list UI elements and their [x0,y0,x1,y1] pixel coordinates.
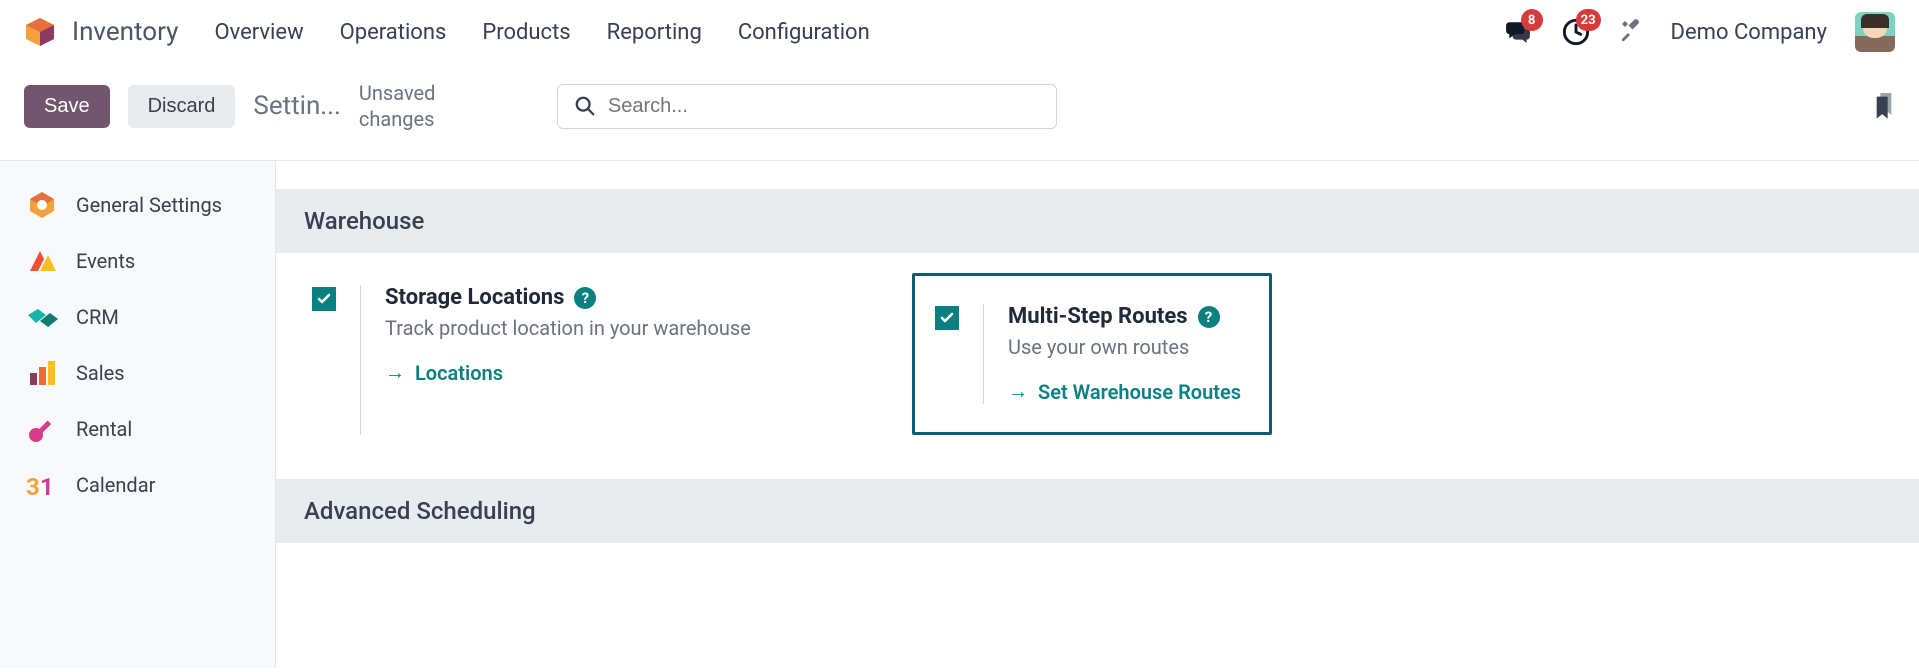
help-icon[interactable]: ? [1198,306,1220,328]
section-header-warehouse: Warehouse [276,189,1919,253]
messages-badge: 8 [1521,9,1543,31]
setting-storage-locations: Storage Locations ? Track product locati… [312,285,872,435]
app-name[interactable]: Inventory [72,17,178,47]
bar-chart-icon [26,357,58,389]
nav-operations[interactable]: Operations [340,20,447,45]
calendar-icon: 31 [26,469,58,501]
sidebar-item-general-settings[interactable]: General Settings [0,177,275,233]
checkbox-multi-step-routes[interactable] [935,306,959,330]
setting-link-label: Set Warehouse Routes [1038,380,1241,404]
save-button[interactable]: Save [24,85,110,128]
search-input[interactable] [608,95,1040,118]
settings-content: Warehouse Storage Locations ? Track prod… [276,161,1919,668]
top-navbar: Inventory Overview Operations Products R… [0,0,1919,64]
setting-title-label: Multi-Step Routes [1008,304,1188,329]
check-icon [939,310,955,326]
bookmark-button[interactable] [1873,93,1895,119]
section-header-advanced-scheduling: Advanced Scheduling [276,479,1919,543]
arrow-right-icon: → [1008,379,1028,404]
user-avatar[interactable] [1855,12,1895,52]
sidebar-item-sales[interactable]: Sales [0,345,275,401]
app-logo-icon [24,16,56,48]
search-box[interactable] [557,84,1057,129]
main: General Settings Events CRM Sales Rental… [0,160,1919,668]
sidebar-item-label: CRM [76,305,119,329]
tools-button[interactable] [1619,18,1643,46]
key-icon [26,413,58,445]
link-set-warehouse-routes[interactable]: → Set Warehouse Routes [1008,379,1241,404]
sidebar-item-label: Rental [76,417,132,441]
svg-text:3: 3 [26,473,40,501]
setting-title-label: Storage Locations [385,285,564,310]
help-icon[interactable]: ? [574,287,596,309]
setting-multi-step-routes: Multi-Step Routes ? Use your own routes … [912,273,1272,435]
unsaved-status: Unsaved changes [359,80,499,132]
sidebar-item-crm[interactable]: CRM [0,289,275,345]
settings-sidebar: General Settings Events CRM Sales Rental… [0,161,276,668]
nav-links: Overview Operations Products Reporting C… [214,20,869,45]
sidebar-item-label: Calendar [76,473,155,497]
sidebar-item-rental[interactable]: Rental [0,401,275,457]
discard-button[interactable]: Discard [128,85,236,128]
link-locations[interactable]: → Locations [385,360,503,385]
breadcrumb: Settin... [253,91,340,121]
action-bar: Save Discard Settin... Unsaved changes [0,64,1919,160]
sidebar-item-label: General Settings [76,193,222,217]
sidebar-item-label: Sales [76,361,125,385]
activities-badge: 23 [1576,9,1601,31]
setting-desc: Use your own routes [1008,335,1243,359]
check-icon [316,291,332,307]
svg-text:1: 1 [40,473,54,501]
nav-configuration[interactable]: Configuration [738,20,870,45]
checkbox-storage-locations[interactable] [312,287,336,311]
activities-button[interactable]: 23 [1561,17,1591,47]
events-icon [26,245,58,277]
search-icon [574,95,596,117]
arrow-right-icon: → [385,360,405,385]
setting-link-label: Locations [415,361,503,385]
topnav-right: 8 23 Demo Company [1503,12,1895,52]
nav-reporting[interactable]: Reporting [607,20,702,45]
nav-overview[interactable]: Overview [214,20,303,45]
handshake-icon [26,301,58,333]
sidebar-item-label: Events [76,249,135,273]
sidebar-item-events[interactable]: Events [0,233,275,289]
company-selector[interactable]: Demo Company [1671,20,1827,45]
settings-row-warehouse: Storage Locations ? Track product locati… [276,253,1919,479]
setting-desc: Track product location in your warehouse [385,316,872,340]
wrench-screwdriver-icon [1619,18,1643,42]
nav-products[interactable]: Products [482,20,570,45]
messages-button[interactable]: 8 [1503,17,1533,47]
sidebar-item-calendar[interactable]: 31 Calendar [0,457,275,513]
hexagon-icon [26,189,58,221]
